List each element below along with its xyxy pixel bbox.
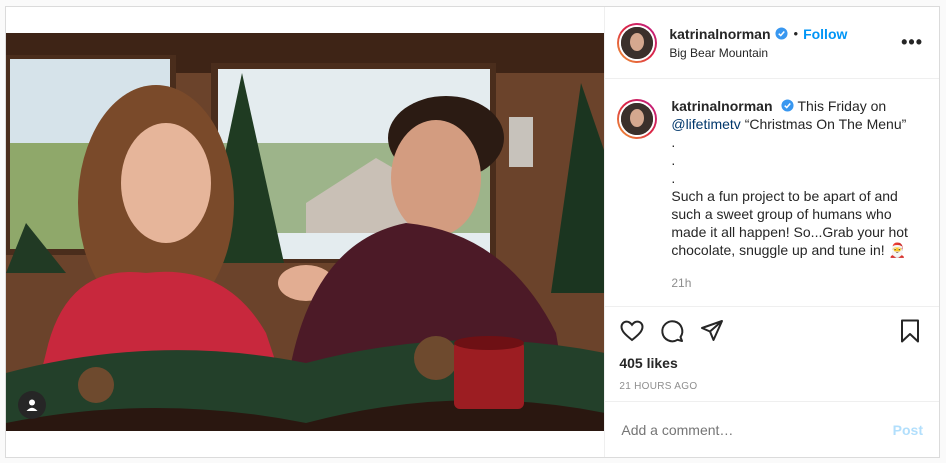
verified-icon (774, 27, 788, 40)
author-username[interactable]: katrinalnorman (669, 26, 770, 42)
post-card: katrinalnorman • Follow Big Bear Mountai… (5, 6, 940, 458)
post-side-panel: katrinalnorman • Follow Big Bear Mountai… (604, 7, 939, 457)
mention-link[interactable]: @lifetimetv (671, 116, 740, 132)
post-media[interactable] (6, 7, 605, 457)
bookmark-icon[interactable] (897, 318, 923, 344)
post-photo-illustration (6, 33, 605, 431)
caption-dot: . (671, 134, 676, 150)
separator-dot: • (793, 26, 799, 41)
post-photo[interactable] (6, 33, 605, 431)
actions-section: 405 likes 21 HOURS AGO (605, 306, 939, 401)
caption-section: katrinalnorman This Friday on @lifetimetv… (605, 79, 939, 306)
caption-dot: . (671, 152, 676, 168)
post-location[interactable]: Big Bear Mountain (669, 46, 847, 60)
avatar-image (619, 101, 656, 137)
user-tag-icon[interactable] (18, 391, 46, 419)
caption-time[interactable]: 21h (671, 274, 921, 292)
post-header: katrinalnorman • Follow Big Bear Mountai… (605, 7, 939, 79)
post-timestamp[interactable]: 21 HOURS AGO (619, 381, 923, 392)
post-comment-button[interactable]: Post (893, 422, 923, 438)
likes-count[interactable]: 405 likes (619, 355, 923, 371)
caption-dot: . (671, 170, 676, 186)
caption-text: katrinalnorman This Friday on @lifetimetv… (671, 97, 921, 306)
caption-body-text: Such a fun project to be apart of and su… (671, 188, 908, 258)
caption-intro: This Friday on (797, 98, 887, 114)
more-icon[interactable]: ••• (901, 33, 923, 51)
heart-icon[interactable] (619, 318, 645, 344)
follow-button[interactable]: Follow (803, 26, 847, 42)
caption-show-title: “Christmas On The Menu” (744, 116, 907, 132)
comment-box: Post (605, 401, 939, 457)
comment-input[interactable] (621, 421, 862, 438)
author-avatar[interactable] (617, 22, 658, 63)
caption-avatar[interactable] (617, 99, 658, 139)
avatar-image (619, 24, 656, 61)
verified-icon (780, 99, 794, 112)
caption-username[interactable]: katrinalnorman (671, 98, 772, 114)
comment-icon[interactable] (659, 318, 685, 344)
share-icon[interactable] (699, 318, 725, 344)
